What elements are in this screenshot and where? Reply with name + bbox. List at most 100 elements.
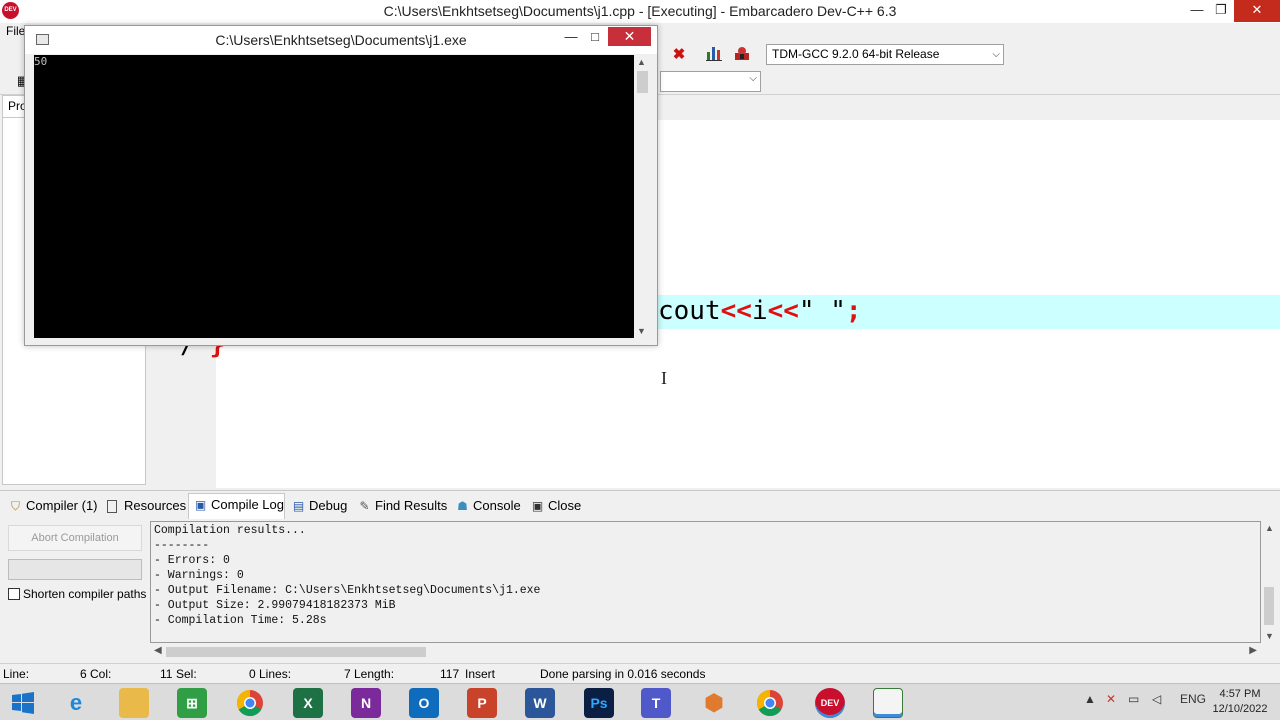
status-bar: Line: 6 Col: 11 Sel: 0 Lines: 7 Length: … (0, 663, 1280, 683)
close-button[interactable]: ✕ (1234, 0, 1280, 22)
tab-label: Find Results (375, 498, 448, 513)
code-text: cout<<i<<" "; (658, 296, 862, 326)
log-horizontal-scrollbar[interactable]: ◀ ▶ (150, 644, 1261, 660)
log-vertical-scrollbar[interactable]: ▲ ▼ (1261, 521, 1277, 643)
tab-compile-log[interactable]: ▣ Compile Log (188, 493, 285, 519)
tab-label: Debug (309, 498, 348, 513)
volume-icon[interactable]: ◁ (1152, 692, 1161, 706)
log-line: - Output Filename: C:\Users\Enkhtsetseg\… (154, 584, 541, 597)
tab-resources[interactable]: Resources (102, 495, 186, 518)
tab-debug[interactable]: ▤ Debug (287, 495, 351, 518)
compile-progress-bar (8, 559, 142, 580)
status-length-label: Length: (354, 667, 395, 681)
powerpoint-icon[interactable]: P (467, 688, 497, 718)
notification-icon[interactable]: ▭ (1128, 692, 1139, 706)
status-message: Done parsing in 0.016 seconds (540, 667, 706, 681)
teams-icon[interactable]: T (641, 688, 671, 718)
menu-file[interactable]: File (6, 24, 25, 38)
find-results-icon: ✎ (359, 499, 370, 513)
window-title: C:\Users\Enkhtsetseg\Documents\j1.cpp - … (383, 3, 897, 19)
scroll-thumb[interactable] (637, 71, 648, 93)
console-scrollbar[interactable]: ▲ ▼ (635, 55, 650, 338)
chrome-icon[interactable] (755, 688, 785, 718)
tab-compiler[interactable]: ⛉ Compiler (1) (4, 495, 100, 518)
tab-console[interactable]: ☗ Console (451, 495, 523, 518)
windows-taskbar: e ⊞ X N O P W Ps T ⬢ DEV ▲ ✕ ▭ ◁ ENG 4:5… (0, 683, 1280, 720)
compiler-icon: ⛉ (10, 499, 20, 513)
tab-label: Compile Log (211, 497, 284, 512)
status-sel-label: Sel: (176, 667, 197, 681)
scroll-right-icon[interactable]: ▶ (1249, 645, 1257, 656)
scroll-up-icon[interactable]: ▲ (637, 57, 646, 67)
tab-label: Close (548, 498, 582, 513)
scroll-left-icon[interactable]: ◀ (154, 645, 162, 656)
status-col-value: 11 (160, 667, 173, 681)
status-lines-label: Lines: (259, 667, 292, 681)
chevron-down-icon: ⌵ (749, 73, 757, 84)
compile-controls: Abort Compilation Shorten compiler paths (0, 519, 148, 659)
status-col-label: Col: (90, 667, 112, 681)
show-hidden-icons-icon[interactable]: ▲ (1084, 692, 1096, 706)
compile-log-output[interactable]: Compilation results... -------- - Errors… (150, 521, 1261, 643)
word-icon[interactable]: W (525, 688, 555, 718)
language-indicator[interactable]: ENG (1180, 692, 1206, 706)
devcpp-icon[interactable]: DEV (815, 688, 845, 718)
code-line-cout[interactable]: cout<<i<<" "; (658, 296, 862, 326)
scroll-thumb[interactable] (1264, 587, 1274, 625)
shorten-paths-label: Shorten compiler paths (23, 587, 147, 601)
checkbox-icon[interactable] (8, 588, 20, 600)
profile-icon[interactable] (731, 44, 753, 66)
close-panel-icon: ▣ (531, 499, 544, 513)
excel-icon[interactable]: X (293, 688, 323, 718)
console-output-area[interactable]: 50 (34, 55, 634, 338)
compile-log-icon: ▣ (194, 498, 207, 512)
tab-label: Console (473, 498, 521, 513)
resources-icon (107, 500, 117, 513)
stop-execution-icon[interactable]: ✖ (668, 44, 690, 66)
windows-start-icon[interactable] (8, 688, 38, 718)
tab-close[interactable]: ▣ Close (526, 495, 584, 518)
scroll-down-icon[interactable]: ▼ (1265, 631, 1274, 641)
3d-builder-icon[interactable]: ⬢ (699, 688, 729, 718)
console-close-button[interactable]: ✕ (608, 27, 651, 46)
compiler-select-value: TDM-GCC 9.2.0 64-bit Release (772, 47, 940, 61)
status-length-value: 117 (440, 667, 460, 681)
tab-find-results[interactable]: ✎ Find Results (353, 495, 447, 518)
restore-button[interactable]: ❐ (1206, 0, 1236, 22)
shorten-paths-checkbox[interactable]: Shorten compiler paths (8, 587, 146, 601)
tab-label: Resources (124, 498, 187, 513)
onenote-icon[interactable]: N (351, 688, 381, 718)
console-title-bar[interactable]: C:\Users\Enkhtsetseg\Documents\j1.exe — … (25, 26, 657, 54)
console-window-icon[interactable] (873, 688, 903, 718)
log-line: - Warnings: 0 (154, 569, 244, 582)
outlook-icon[interactable]: O (409, 688, 439, 718)
network-icon[interactable]: ✕ (1106, 692, 1116, 706)
log-line: Compilation results... (154, 524, 306, 537)
text-cursor-icon: I (661, 368, 667, 388)
scroll-thumb[interactable] (166, 647, 426, 657)
console-window[interactable]: C:\Users\Enkhtsetseg\Documents\j1.exe — … (24, 25, 658, 346)
console-minimize-button[interactable]: — (560, 28, 582, 48)
taskbar-clock[interactable]: 4:57 PM 12/10/2022 (1210, 687, 1270, 717)
bottom-panel-tabs: ⛉ Compiler (1) Resources ▣ Compile Log ▤… (0, 490, 1280, 519)
log-line: - Output Size: 2.99079418182373 MiB (154, 599, 396, 612)
photoshop-icon[interactable]: Ps (584, 688, 614, 718)
chart-icon[interactable] (703, 44, 725, 66)
compiler-select[interactable]: TDM-GCC 9.2.0 64-bit Release ⌵ (766, 44, 1004, 65)
tab-label: Compiler (1) (26, 498, 98, 513)
chrome-icon[interactable] (235, 688, 265, 718)
internet-explorer-icon[interactable]: e (61, 688, 91, 718)
status-line-label: Line: (3, 667, 30, 681)
status-lines-value: 7 (344, 667, 351, 681)
function-select[interactable]: ⌵ (660, 71, 761, 92)
scroll-down-icon[interactable]: ▼ (637, 326, 646, 336)
file-explorer-icon[interactable] (119, 688, 149, 718)
console-icon: ☗ (457, 499, 468, 513)
store-icon[interactable]: ⊞ (177, 688, 207, 718)
abort-compilation-button[interactable]: Abort Compilation (8, 525, 142, 551)
tab-project[interactable]: Project (2, 95, 26, 117)
scroll-up-icon[interactable]: ▲ (1265, 523, 1274, 533)
console-maximize-button[interactable]: □ (584, 28, 606, 48)
console-output-text: 50 (34, 55, 48, 68)
status-mode: Insert (465, 667, 496, 681)
